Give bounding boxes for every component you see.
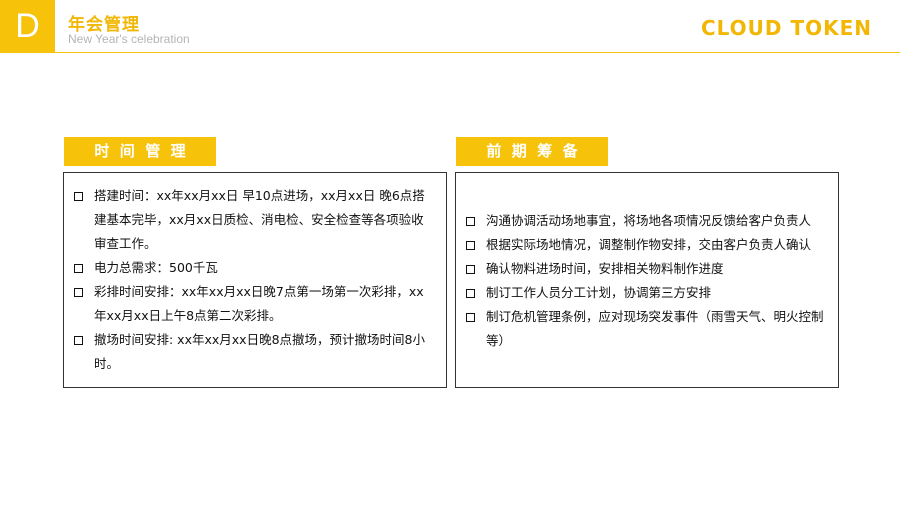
list-item: 制订工作人员分工计划，协调第三方安排	[466, 281, 828, 305]
checkbox-bullet-icon	[466, 241, 475, 250]
list-item-text: 制订危机管理条例，应对现场突发事件（雨雪天气、明火控制等）	[486, 309, 824, 348]
preparation-panel: 沟通协调活动场地事宜，将场地各项情况反馈给客户负责人 根据实际场地情况，调整制作…	[455, 172, 839, 388]
preparation-tag: 前 期 筹 备	[456, 137, 608, 166]
list-item: 电力总需求：500千瓦	[74, 256, 436, 280]
time-management-panel: 搭建时间：xx年xx月xx日 早10点进场，xx月xx日 晚6点搭建基本完毕，x…	[63, 172, 447, 388]
checkbox-bullet-icon	[466, 265, 475, 274]
list-item-text: 确认物料进场时间，安排相关物料制作进度	[486, 261, 724, 276]
list-item-text: 撤场时间安排: xx年xx月xx日晚8点撤场，预计撤场时间8小时。	[94, 332, 425, 371]
checkbox-bullet-icon	[74, 288, 83, 297]
list-item: 沟通协调活动场地事宜，将场地各项情况反馈给客户负责人	[466, 209, 828, 233]
list-item-text: 根据实际场地情况，调整制作物安排，交由客户负责人确认	[486, 237, 812, 252]
list-item: 确认物料进场时间，安排相关物料制作进度	[466, 257, 828, 281]
time-management-tag: 时 间 管 理	[64, 137, 216, 166]
checkbox-bullet-icon	[466, 289, 475, 298]
list-item-text: 彩排时间安排：xx年xx月xx日晚7点第一场第一次彩排，xx年xx月xx日上午8…	[94, 284, 424, 323]
header-divider	[55, 52, 900, 53]
list-item: 根据实际场地情况，调整制作物安排，交由客户负责人确认	[466, 233, 828, 257]
section-badge: D	[0, 0, 55, 53]
list-item: 撤场时间安排: xx年xx月xx日晚8点撤场，预计撤场时间8小时。	[74, 328, 436, 376]
checkbox-bullet-icon	[74, 336, 83, 345]
list-item: 制订危机管理条例，应对现场突发事件（雨雪天气、明火控制等）	[466, 305, 828, 353]
preparation-list: 沟通协调活动场地事宜，将场地各项情况反馈给客户负责人 根据实际场地情况，调整制作…	[466, 209, 828, 353]
brand-logo-text: CLOUD TOKEN	[700, 16, 872, 40]
list-item-text: 沟通协调活动场地事宜，将场地各项情况反馈给客户负责人	[486, 213, 812, 228]
list-item-text: 搭建时间：xx年xx月xx日 早10点进场，xx月xx日 晚6点搭建基本完毕，x…	[94, 188, 425, 251]
time-management-list: 搭建时间：xx年xx月xx日 早10点进场，xx月xx日 晚6点搭建基本完毕，x…	[74, 184, 436, 376]
checkbox-bullet-icon	[466, 313, 475, 322]
list-item: 搭建时间：xx年xx月xx日 早10点进场，xx月xx日 晚6点搭建基本完毕，x…	[74, 184, 436, 256]
checkbox-bullet-icon	[74, 264, 83, 273]
checkbox-bullet-icon	[466, 217, 475, 226]
list-item: 彩排时间安排：xx年xx月xx日晚7点第一场第一次彩排，xx年xx月xx日上午8…	[74, 280, 436, 328]
checkbox-bullet-icon	[74, 192, 83, 201]
list-item-text: 电力总需求：500千瓦	[94, 260, 218, 275]
page-subtitle: New Year's celebration	[68, 32, 190, 46]
list-item-text: 制订工作人员分工计划，协调第三方安排	[486, 285, 712, 300]
